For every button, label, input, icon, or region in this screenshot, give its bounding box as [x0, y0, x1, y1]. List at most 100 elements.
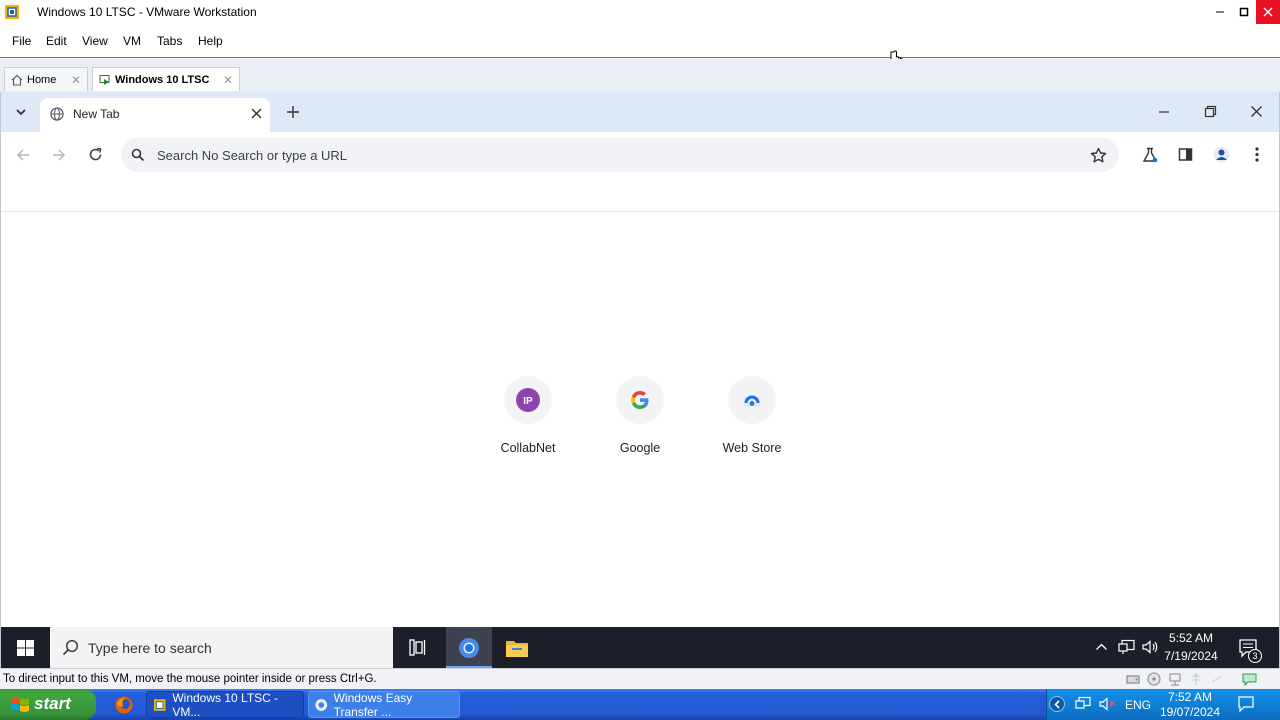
menu-file[interactable]: File	[12, 34, 31, 48]
chrome-minimize-icon[interactable]	[1158, 106, 1170, 118]
menu-help[interactable]: Help	[198, 34, 223, 48]
shortcut-google-label: Google	[619, 441, 661, 455]
sound-card-icon[interactable]	[1210, 672, 1224, 686]
chrome-restore-icon[interactable]	[1204, 105, 1217, 118]
shortcut-web-store[interactable]: Web Store	[704, 376, 800, 466]
file-explorer-icon[interactable]	[505, 638, 529, 658]
labs-flask-icon[interactable]	[1142, 147, 1158, 163]
chrome-tab-new-tab[interactable]: New Tab	[40, 98, 270, 132]
collabnet-favicon-icon: IP	[516, 388, 540, 412]
vmware-titlebar: Windows 10 LTSC - VMware Workstation	[0, 0, 1280, 24]
collabnet-badge: IP	[523, 396, 533, 407]
chrome-app-icon	[459, 638, 479, 658]
reload-icon[interactable]	[88, 147, 103, 162]
close-button[interactable]	[1256, 0, 1280, 24]
forward-arrow-icon[interactable]	[52, 148, 66, 162]
vmware-tabbar: Home ✕ Windows 10 LTSC ✕	[0, 59, 1280, 92]
menu-vm[interactable]: VM	[123, 34, 141, 48]
minimize-button[interactable]	[1208, 0, 1232, 24]
xp-volume-muted-icon[interactable]	[1099, 696, 1117, 712]
vmware-task-icon	[153, 698, 166, 711]
win10-clock-date[interactable]: 7/19/2024	[1161, 649, 1221, 663]
profile-avatar-icon[interactable]	[1213, 146, 1230, 163]
xp-task-easy-transfer[interactable]: Windows Easy Transfer ...	[308, 690, 460, 719]
tray-expand-button[interactable]	[1049, 696, 1065, 712]
task-view-icon[interactable]	[409, 639, 427, 656]
shortcut-collabnet-tile: IP	[504, 376, 552, 424]
vmware-statusbar: To direct input to this VM, move the mou…	[0, 668, 1280, 689]
minimize-icon	[1216, 11, 1224, 13]
close-tab-home-icon[interactable]: ✕	[71, 73, 81, 87]
xp-task-vmware-label: Windows 10 LTSC - VM...	[172, 690, 279, 719]
cd-drive-icon[interactable]	[1147, 672, 1161, 686]
bookmarks-bar	[1, 178, 1279, 212]
notification-badge: 3	[1248, 649, 1262, 663]
tab-home[interactable]: Home ✕	[4, 67, 88, 91]
bookmark-star-icon[interactable]	[1090, 147, 1107, 164]
window-title: Windows 10 LTSC - VMware Workstation	[37, 5, 257, 19]
shortcut-webstore-label: Web Store	[722, 441, 782, 455]
close-tab-windows10-icon[interactable]: ✕	[223, 73, 233, 87]
firefox-quicklaunch-icon[interactable]	[114, 695, 134, 715]
search-icon	[62, 639, 79, 656]
omnibox-placeholder: Search No Search or type a URL	[157, 148, 348, 163]
hard-disk-icon[interactable]	[1126, 672, 1140, 686]
close-icon	[1263, 7, 1273, 17]
taskbar-chrome-button[interactable]	[446, 627, 492, 668]
chrome-close-icon[interactable]	[1250, 105, 1263, 118]
shortcut-collabnet[interactable]: IP CollabNet	[480, 376, 576, 466]
vmware-menubar: File Edit View VM Tabs Help	[0, 24, 1280, 71]
chrome-tab-label: New Tab	[73, 107, 120, 121]
omnibox[interactable]: Search No Search or type a URL	[121, 138, 1119, 172]
network-adapter-icon[interactable]	[1168, 672, 1182, 686]
usb-icon[interactable]	[1189, 672, 1203, 686]
xp-network-icon[interactable]	[1075, 696, 1092, 712]
win10-search-placeholder: Type here to search	[88, 640, 212, 656]
windows-start-icon[interactable]	[17, 640, 34, 656]
chrome-menu-kebab-icon[interactable]	[1253, 146, 1261, 163]
vmware-app-icon	[5, 5, 19, 19]
tab-windows10-label: Windows 10 LTSC	[115, 73, 210, 86]
xp-task-transfer-label: Windows Easy Transfer ...	[333, 690, 413, 719]
tray-chevron-up-icon[interactable]	[1095, 641, 1108, 653]
close-tab-icon[interactable]	[251, 108, 262, 119]
windows-xp-flag-icon	[11, 697, 29, 712]
menu-tabs[interactable]: Tabs	[157, 34, 182, 48]
new-tab-plus-icon[interactable]	[286, 105, 300, 119]
menu-edit[interactable]: Edit	[46, 34, 67, 48]
xp-language-indicator[interactable]: ENG	[1125, 698, 1151, 712]
search-icon	[131, 148, 145, 162]
google-g-icon	[631, 391, 649, 409]
chevron-left-icon	[1054, 700, 1060, 709]
maximize-button[interactable]	[1232, 0, 1256, 24]
network-icon[interactable]	[1118, 639, 1136, 655]
shortcut-collabnet-label: CollabNet	[500, 441, 556, 455]
easy-transfer-task-icon	[315, 698, 328, 711]
shortcut-google-tile	[616, 376, 664, 424]
xp-notification-icon[interactable]	[1237, 695, 1255, 713]
tab-search-chevron-icon[interactable]	[15, 106, 27, 118]
xp-system-tray: ENG 7:52 AM 19/07/2024	[1046, 689, 1280, 720]
vm-running-icon	[99, 74, 110, 85]
xp-clock-time[interactable]: 7:52 AM	[1160, 690, 1220, 704]
back-arrow-icon[interactable]	[16, 148, 30, 162]
message-log-icon[interactable]	[1242, 672, 1257, 686]
home-icon	[11, 74, 23, 86]
xp-task-vmware[interactable]: Windows 10 LTSC - VM...	[146, 690, 304, 719]
web-store-icon	[744, 395, 760, 407]
side-panel-icon[interactable]	[1178, 147, 1193, 162]
xp-start-button[interactable]: start	[0, 689, 96, 720]
win10-clock-time[interactable]: 5:52 AM	[1161, 631, 1221, 645]
globe-icon	[50, 107, 64, 121]
win10-search-box[interactable]: Type here to search	[50, 627, 393, 668]
tab-home-label: Home	[27, 73, 57, 86]
tab-windows10-ltsc[interactable]: Windows 10 LTSC ✕	[92, 67, 240, 91]
shortcut-google[interactable]: Google	[592, 376, 688, 466]
xp-clock-date[interactable]: 19/07/2024	[1155, 705, 1225, 719]
volume-icon[interactable]	[1142, 639, 1160, 655]
shortcut-webstore-tile	[728, 376, 776, 424]
restore-icon	[1239, 7, 1249, 17]
start-label: start	[34, 694, 71, 713]
status-message: To direct input to this VM, move the mou…	[3, 673, 377, 685]
menu-view[interactable]: View	[82, 34, 108, 48]
